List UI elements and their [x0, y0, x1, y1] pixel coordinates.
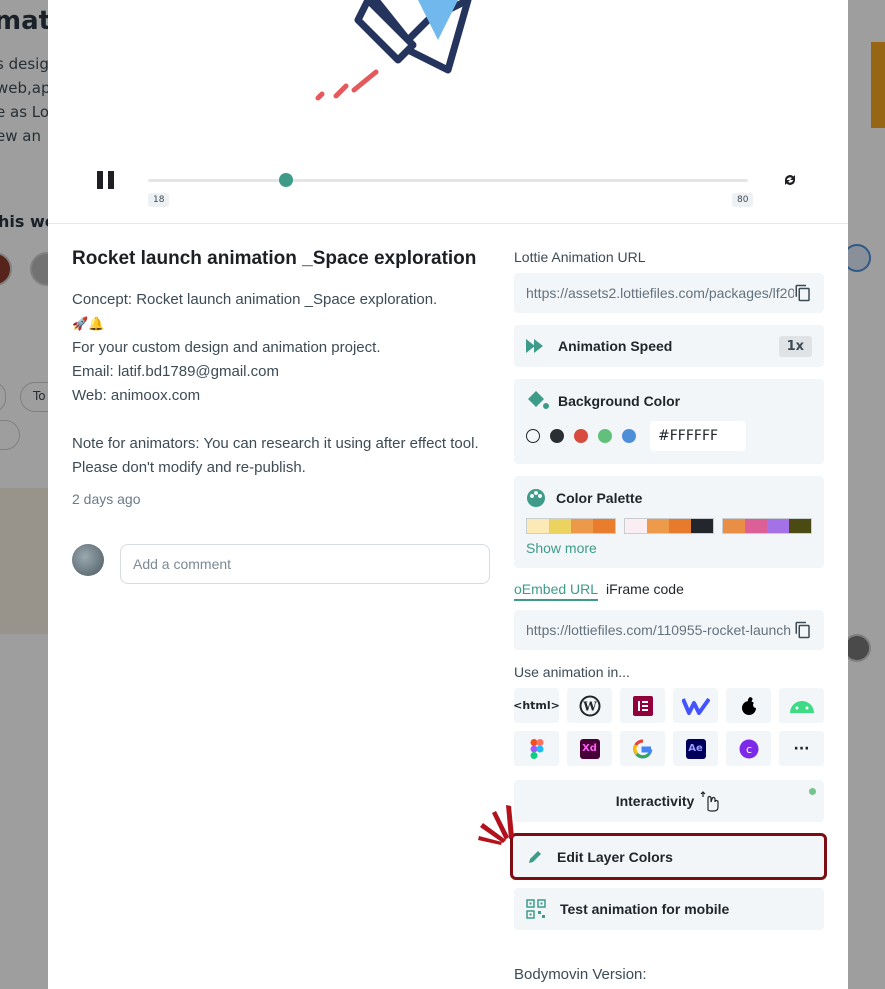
- animation-title: Rocket launch animation _Space explorati…: [72, 248, 477, 269]
- bg-pill: [0, 382, 6, 412]
- swatch-red[interactable]: [574, 429, 588, 443]
- show-more-link[interactable]: Show more: [526, 540, 812, 556]
- slider-handle[interactable]: [279, 173, 293, 187]
- animation-speed-row[interactable]: Animation Speed 1x: [514, 325, 824, 367]
- click-burst-icon: [478, 805, 514, 845]
- swatch-white[interactable]: [526, 429, 540, 443]
- bg-text-4: ew an: [0, 127, 41, 145]
- use-animation-section: Use animation in... <html> W Xd Ae c ···: [513, 664, 824, 766]
- bg-text-1: s desig: [0, 55, 49, 73]
- posted-time: 2 days ago: [72, 491, 141, 507]
- pause-button[interactable]: [96, 170, 116, 190]
- test-mobile-label: Test animation for mobile: [560, 901, 730, 917]
- apple-icon[interactable]: [726, 688, 771, 723]
- canva-icon[interactable]: c: [726, 731, 771, 766]
- comment-input[interactable]: [120, 544, 490, 584]
- description-line: Note for animators: You can research it …: [72, 435, 479, 476]
- frame-start: 18: [148, 193, 170, 207]
- bg-thumbnail: [0, 488, 48, 634]
- loop-icon[interactable]: [780, 170, 800, 190]
- svg-text:c: c: [745, 743, 751, 756]
- palette-option[interactable]: [526, 518, 616, 534]
- html-tile[interactable]: <html>: [513, 688, 560, 723]
- test-mobile-button[interactable]: Test animation for mobile: [514, 888, 824, 930]
- color-palette-panel: Color Palette Show more: [514, 476, 824, 568]
- lottie-url-value: https://assets2.lottiefiles.com/packages…: [526, 285, 794, 301]
- paint-bucket-icon: [528, 391, 549, 409]
- frame-end: 80: [732, 193, 754, 207]
- embed-url-field[interactable]: https://lottiefiles.com/110955-rocket-la…: [514, 610, 824, 650]
- description-line: Concept: Rocket launch animation _Space …: [72, 291, 438, 308]
- rocket-illustration: [315, 0, 472, 101]
- palette-icon: [527, 489, 545, 507]
- svg-text:W: W: [582, 699, 597, 713]
- player-controls: 18 80: [48, 160, 848, 210]
- pencil-icon: [529, 850, 541, 863]
- interactivity-label: Interactivity: [615, 793, 695, 809]
- speed-badge[interactable]: 1x: [778, 335, 812, 357]
- description-line: Web: animoox.com: [72, 387, 201, 404]
- description-line: [72, 408, 502, 432]
- pause-icon: [97, 171, 103, 189]
- elementor-icon[interactable]: [620, 688, 665, 723]
- animation-speed-label: Animation Speed: [558, 338, 673, 354]
- status-dot: [809, 788, 816, 795]
- avatar: [72, 544, 104, 576]
- after-effects-icon[interactable]: Ae: [673, 731, 718, 766]
- google-icon[interactable]: [620, 731, 665, 766]
- xd-icon[interactable]: Xd: [567, 731, 612, 766]
- hex-input[interactable]: #FFFFFF: [650, 421, 746, 451]
- figma-icon[interactable]: [514, 731, 559, 766]
- background-color-panel: Background Color #FFFFFF: [514, 379, 824, 464]
- fast-forward-icon: [526, 339, 543, 353]
- description-line: 🚀🔔: [72, 316, 105, 331]
- description-line: For your custom design and animation pro…: [72, 339, 381, 356]
- frame-slider[interactable]: [148, 173, 748, 187]
- wordpress-icon[interactable]: W: [567, 688, 612, 723]
- background-color-label: Background Color: [558, 393, 681, 409]
- animation-modal: 18 80 Rocket launch animation _Space exp…: [48, 0, 848, 989]
- animation-preview: 18 80: [48, 0, 848, 224]
- lottie-url-label: Lottie Animation URL: [514, 249, 646, 265]
- bg-thumbnail-right: [871, 42, 885, 128]
- description-line: Email: latif.bd1789@gmail.com: [72, 363, 279, 380]
- embed-url-value: https://lottiefiles.com/110955-rocket-la…: [526, 622, 792, 638]
- edit-layer-colors-button[interactable]: Edit Layer Colors: [510, 833, 827, 880]
- copy-icon[interactable]: [794, 284, 812, 302]
- swatch-blue[interactable]: [622, 429, 636, 443]
- tab-oembed[interactable]: oEmbed URL: [514, 581, 599, 601]
- swatch-dark[interactable]: [550, 429, 564, 443]
- use-animation-label: Use animation in...: [514, 664, 630, 680]
- lottie-url-field[interactable]: https://assets2.lottiefiles.com/packages…: [514, 273, 824, 313]
- copy-icon[interactable]: [794, 621, 812, 639]
- animation-description: Concept: Rocket launch animation _Space …: [72, 288, 502, 480]
- bg-text-3: e as Lo: [0, 103, 50, 121]
- hand-pointer-icon: [700, 791, 719, 812]
- pause-icon: [108, 171, 114, 189]
- bg-avatar: [0, 252, 12, 286]
- palette-option[interactable]: [722, 518, 812, 534]
- tab-iframe[interactable]: iFrame code: [606, 581, 684, 601]
- embed-section: oEmbed URL iFrame code https://lottiefil…: [514, 581, 824, 650]
- webflow-icon[interactable]: [673, 688, 718, 723]
- bodymovin-version-label: Bodymovin Version:: [514, 966, 647, 983]
- more-icon[interactable]: ···: [779, 731, 824, 766]
- qr-code-icon: [526, 899, 546, 919]
- android-icon[interactable]: [779, 688, 824, 723]
- palette-option[interactable]: [624, 518, 714, 534]
- lottie-url-section: Lottie Animation URL https://assets2.lot…: [514, 249, 824, 313]
- swatch-green[interactable]: [598, 429, 612, 443]
- interactivity-button[interactable]: Interactivity: [514, 780, 824, 822]
- color-palette-label: Color Palette: [556, 490, 643, 506]
- edit-layer-colors-label: Edit Layer Colors: [557, 848, 673, 865]
- bg-pill: [0, 420, 20, 450]
